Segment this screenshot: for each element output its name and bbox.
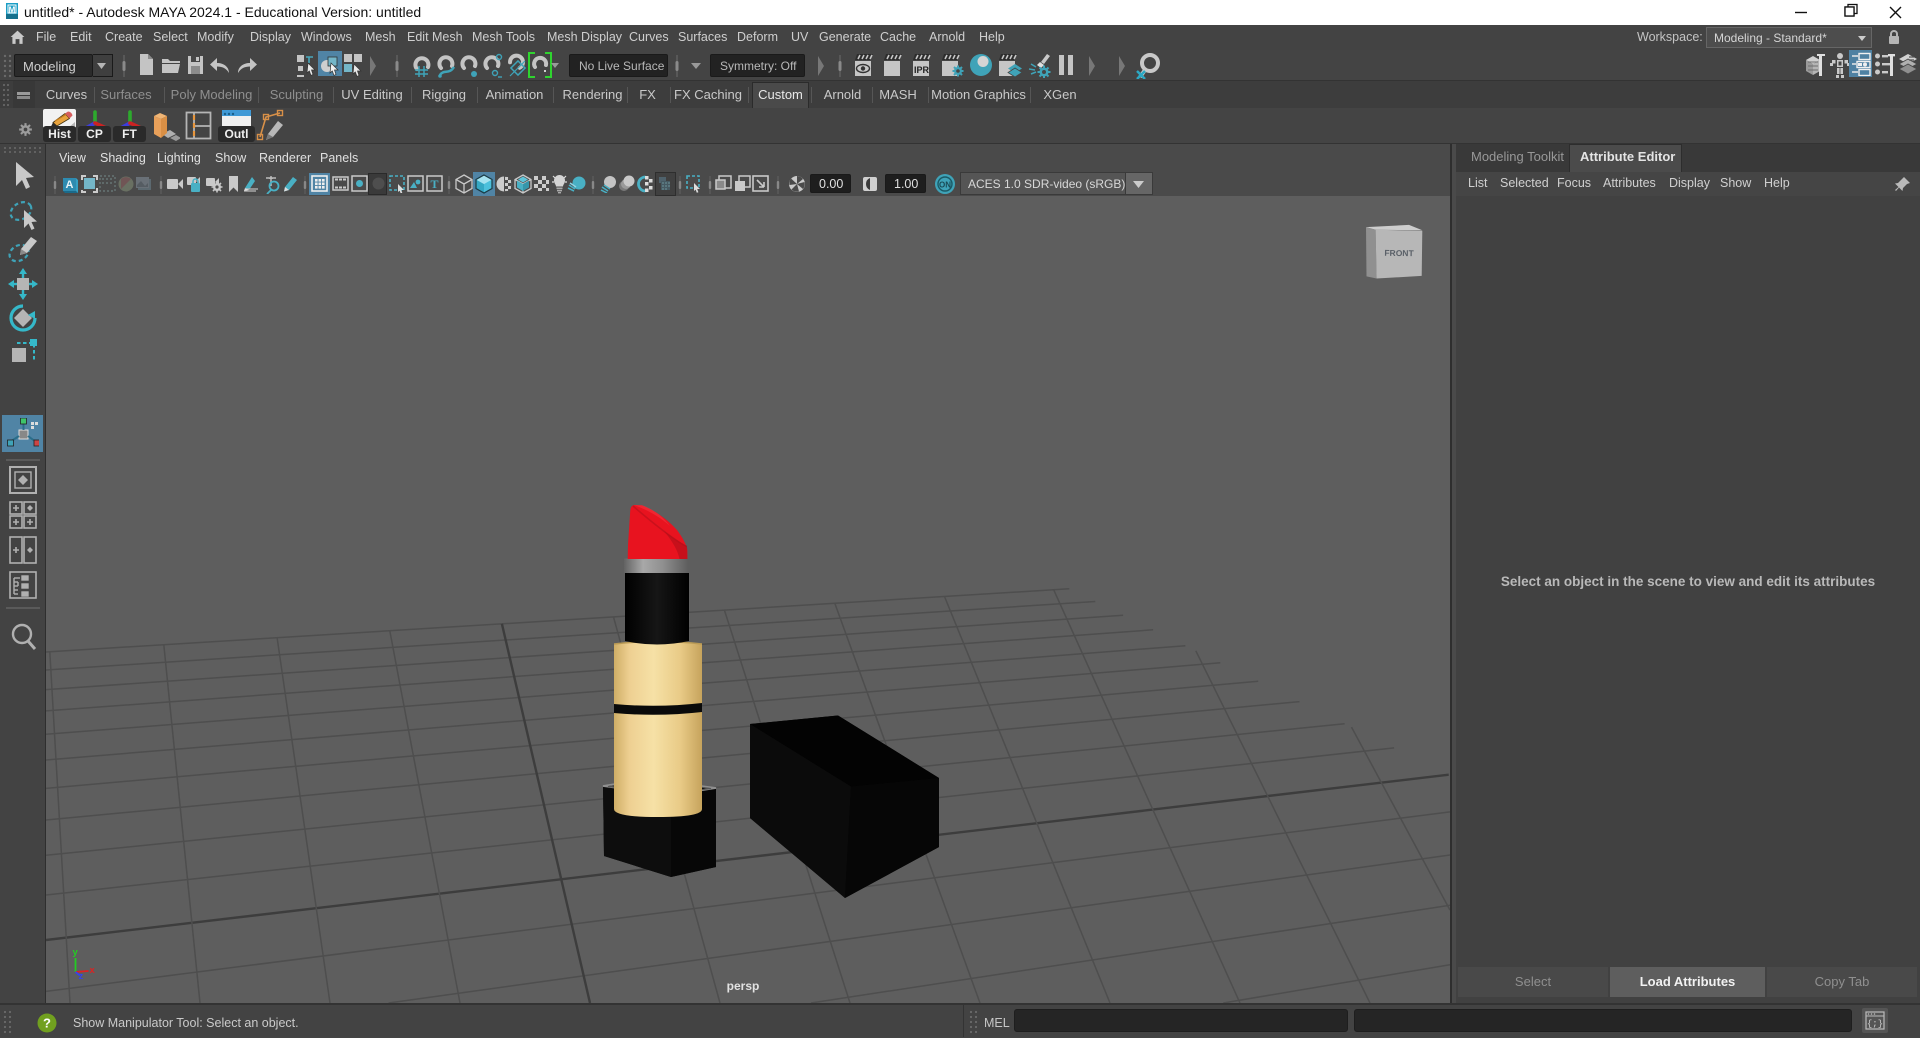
- svg-text:T: T: [430, 177, 438, 191]
- svg-text:z: z: [79, 971, 84, 982]
- svg-text:x: x: [90, 965, 96, 976]
- svg-text:A: A: [66, 179, 74, 191]
- svg-text:y: y: [73, 947, 79, 958]
- svg-text:?: ?: [43, 1016, 51, 1031]
- svg-text:FRONT: FRONT: [1384, 248, 1414, 259]
- svg-text:IPR: IPR: [914, 65, 930, 75]
- svg-text:ON: ON: [939, 181, 951, 190]
- svg-text:M: M: [9, 6, 16, 15]
- svg-text:persp: persp: [727, 979, 760, 993]
- svg-text:{;}: {;}: [1867, 1019, 1883, 1029]
